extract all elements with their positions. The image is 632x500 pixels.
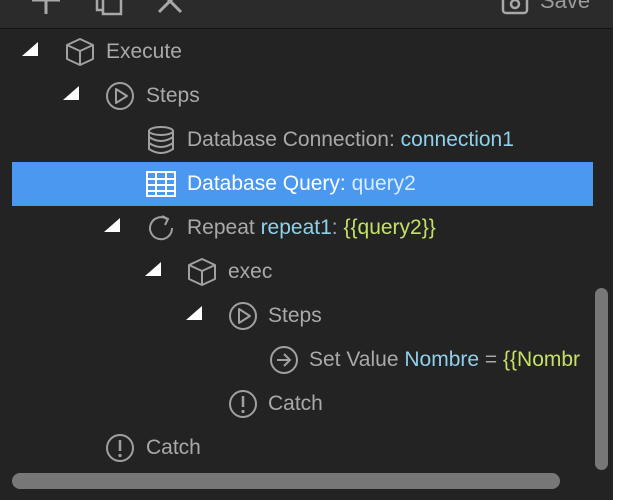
tree-label-database-query: Database Query: query2 — [187, 172, 416, 195]
save-icon[interactable] — [500, 0, 530, 16]
connection-name: connection1 — [400, 128, 514, 151]
toolbar: Save — [0, 0, 613, 29]
query-name: query2 — [351, 172, 416, 195]
horizontal-scrollbar-thumb[interactable] — [12, 473, 560, 489]
set-value-expression: {{Nombr — [503, 348, 581, 371]
action-tree: Execute Steps Database Connection: conne… — [0, 30, 593, 470]
tree-label-catch: Catch — [146, 436, 201, 459]
cube-icon — [188, 258, 216, 286]
tree-label-set-value: Set Value Nombre = {{Nombr — [309, 348, 581, 371]
repeat-icon — [149, 215, 174, 241]
play-circle-icon — [229, 302, 257, 330]
window-edge — [613, 0, 632, 500]
repeat-expression: {{query2}} — [343, 216, 436, 239]
table-icon — [146, 171, 176, 197]
database-icon — [148, 126, 174, 154]
exclamation-circle-icon — [229, 390, 257, 418]
tree-label-inner-catch: Catch — [268, 392, 323, 415]
set-value-name: Nombre — [404, 348, 480, 371]
add-icon[interactable] — [31, 0, 61, 16]
save-label[interactable]: Save — [540, 0, 590, 14]
expand-triangle-icon[interactable] — [145, 262, 161, 276]
tree-label-exec: exec — [228, 260, 273, 283]
tree-label-steps: Steps — [146, 84, 200, 107]
expand-triangle-icon[interactable] — [186, 306, 202, 320]
play-circle-icon — [106, 82, 134, 110]
tree-label-inner-steps: Steps — [268, 304, 322, 327]
tree-row-repeat[interactable]: Repeat repeat1: {{query2}} — [0, 206, 593, 250]
expand-triangle-icon[interactable] — [63, 86, 79, 100]
tree-label-database-connection: Database Connection: connection1 — [187, 128, 514, 151]
tree-row-exec[interactable]: exec — [0, 250, 593, 294]
arrow-right-circle-icon — [270, 346, 298, 374]
expand-triangle-icon[interactable] — [22, 42, 38, 56]
server-action-panel: Save Execute Steps Database Connection: … — [0, 0, 613, 500]
close-icon[interactable] — [155, 0, 185, 16]
tree-row-execute[interactable]: Execute — [0, 30, 593, 74]
copy-icon[interactable] — [94, 0, 124, 16]
tree-row-database-connection[interactable]: Database Connection: connection1 — [0, 118, 593, 162]
repeat-name: repeat1 — [260, 216, 332, 239]
tree-label-execute: Execute — [106, 40, 182, 63]
exclamation-circle-icon — [106, 434, 134, 462]
vertical-scrollbar-thumb[interactable] — [595, 288, 608, 470]
tree-row-set-value[interactable]: Set Value Nombre = {{Nombr — [0, 338, 593, 382]
expand-triangle-icon[interactable] — [104, 218, 120, 232]
cube-icon — [66, 38, 94, 66]
tree-row-database-query[interactable]: Database Query: query2 — [12, 162, 593, 206]
tree-row-steps[interactable]: Steps — [0, 74, 593, 118]
tree-label-repeat: Repeat repeat1: {{query2}} — [187, 216, 436, 239]
tree-row-catch[interactable]: Catch — [0, 426, 593, 470]
tree-row-inner-catch[interactable]: Catch — [0, 382, 593, 426]
tree-row-inner-steps[interactable]: Steps — [0, 294, 593, 338]
